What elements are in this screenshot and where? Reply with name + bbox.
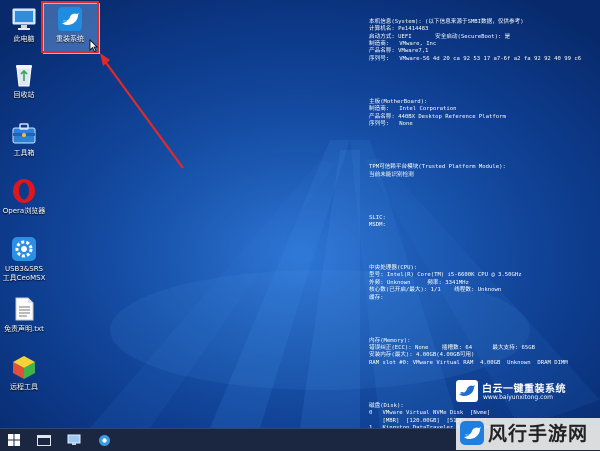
tool-icon — [98, 434, 110, 446]
system-info-section: 本机信息(System): (以下信息来源于SMBI数据，仅供参考) 计算机名: … — [369, 19, 597, 63]
computer-icon — [67, 434, 81, 445]
info-line: 内存(Memory): — [369, 337, 411, 344]
desktop-icon-label: 重装系统 — [56, 35, 84, 43]
text-file-icon — [11, 296, 37, 322]
info-line: 产品名称: VMware7,1 — [369, 48, 429, 55]
desktop-icon-label: USB3&SRS — [4, 265, 44, 273]
desktop-icon-disclaimer-txt[interactable]: 免责声明.txt — [1, 296, 47, 334]
cpu-info-section: 中央处理器(CPU): 型号: Intel(R) Core(TM) i5-6600… — [369, 265, 597, 302]
window-icon — [37, 434, 51, 446]
desktop-icon-label: 远程工具 — [10, 383, 38, 391]
brand-url: www.baiyunxitong.com — [483, 394, 553, 401]
info-line: 安装内存(最大): 4.00GB(4.00GB可用) — [369, 352, 475, 359]
taskbar-window-button[interactable] — [36, 432, 52, 448]
info-line: 序列号: None — [369, 121, 413, 128]
tpm-info-section: TPM可信赖平台模块(Trusted Platform Module): 当前未能… — [369, 164, 597, 179]
desktop-icon-label: 免责声明.txt — [4, 325, 44, 333]
info-line: SLIC: — [369, 214, 386, 221]
desktop-icon-this-pc[interactable]: 此电脑 — [1, 6, 47, 44]
slic-info-section: SLIC: MSDM: — [369, 215, 597, 230]
info-line: 制造商: Intel Corporation — [369, 106, 457, 113]
info-line: 0 VMware Virtual NVMe Disk [Nvme] — [369, 410, 491, 417]
desktop-icon-install-system[interactable]: 重装系统 — [47, 6, 93, 44]
toolbox-icon — [11, 120, 37, 146]
monitor-icon — [11, 6, 37, 32]
desktop-icon-label: Opera浏览器 — [2, 207, 46, 215]
info-line: 计算机名: Pe1414483 — [369, 26, 429, 33]
taskbar-tool-button[interactable] — [96, 432, 112, 448]
info-line: MSDM: — [369, 221, 386, 228]
desktop-icon-label: 此电脑 — [13, 35, 35, 43]
info-line: 启动方式: UEFI 安全启动(SecureBoot): 是 — [369, 33, 511, 40]
desktop-icon-usb-tool[interactable]: USB3&SRS 工具CeoMSX — [1, 236, 47, 283]
opera-icon — [11, 178, 37, 204]
desktop-icon-recycle-bin[interactable]: 回收站 — [1, 62, 47, 100]
recycle-bin-icon — [11, 62, 37, 88]
info-line: 序列号: VMware-56 4d 20 ca 92 53 17 a7-6f a… — [369, 55, 582, 62]
desktop-icon-label: 回收站 — [13, 91, 35, 99]
info-line: RAM slot #0: VMware Virtual RAM 4.00GB U… — [369, 359, 568, 366]
brand-bird-icon — [456, 380, 478, 402]
watermark-text: 风行手游网 — [488, 423, 589, 445]
watermark: 风行手游网 — [456, 418, 600, 450]
info-line: 型号: Intel(R) Core(TM) i5-6600K CPU @ 3.5… — [369, 272, 522, 279]
desktop-icon-remote-tool[interactable]: 远程工具 — [1, 354, 47, 392]
bird-icon — [57, 6, 83, 32]
desktop[interactable]: 此电脑 重装系统 回收站 工具箱 Opera浏览器 USB3&SRS 工具Ceo… — [0, 0, 600, 428]
mouse-cursor-icon — [89, 39, 98, 52]
windows-logo-icon — [8, 434, 20, 446]
system-info-panel: 本机信息(System): (以下信息来源于SMBI数据，仅供参考) 计算机名: … — [369, 4, 597, 428]
watermark-logo-icon — [460, 421, 484, 445]
desktop-icon-toolbox[interactable]: 工具箱 — [1, 120, 47, 158]
desktop-icon-label: 工具箱 — [13, 149, 35, 157]
cube-icon — [11, 354, 37, 380]
gear-icon — [11, 236, 37, 262]
brand-name: 白云一键重装系统 — [482, 384, 566, 395]
info-line: 产品名称: 440BX Desktop Reference Platform — [369, 113, 506, 120]
info-line: 当前未能识别检测 — [369, 171, 414, 178]
taskbar-computer-button[interactable] — [66, 432, 82, 448]
start-button[interactable] — [6, 432, 22, 448]
info-line: 核心数(已开启/最大): 1/1 线程数: Unknown — [369, 287, 502, 294]
info-line: TPM可信赖平台模块(Trusted Platform Module): — [369, 164, 506, 171]
desktop-icon-label-line2: 工具CeoMSX — [2, 274, 46, 282]
memory-info-section: 内存(Memory): 错误纠正(ECC): None 插槽数: 64 最大支持:… — [369, 338, 597, 368]
desktop-icon-opera[interactable]: Opera浏览器 — [1, 178, 47, 216]
brand-logo: 白云一键重装系统 www.baiyunxitong.com — [456, 379, 592, 407]
motherboard-info-section: 主板(MotherBoard): 制造商: Intel Corporation 产品… — [369, 99, 597, 129]
info-line: 缓存: — [369, 294, 384, 301]
